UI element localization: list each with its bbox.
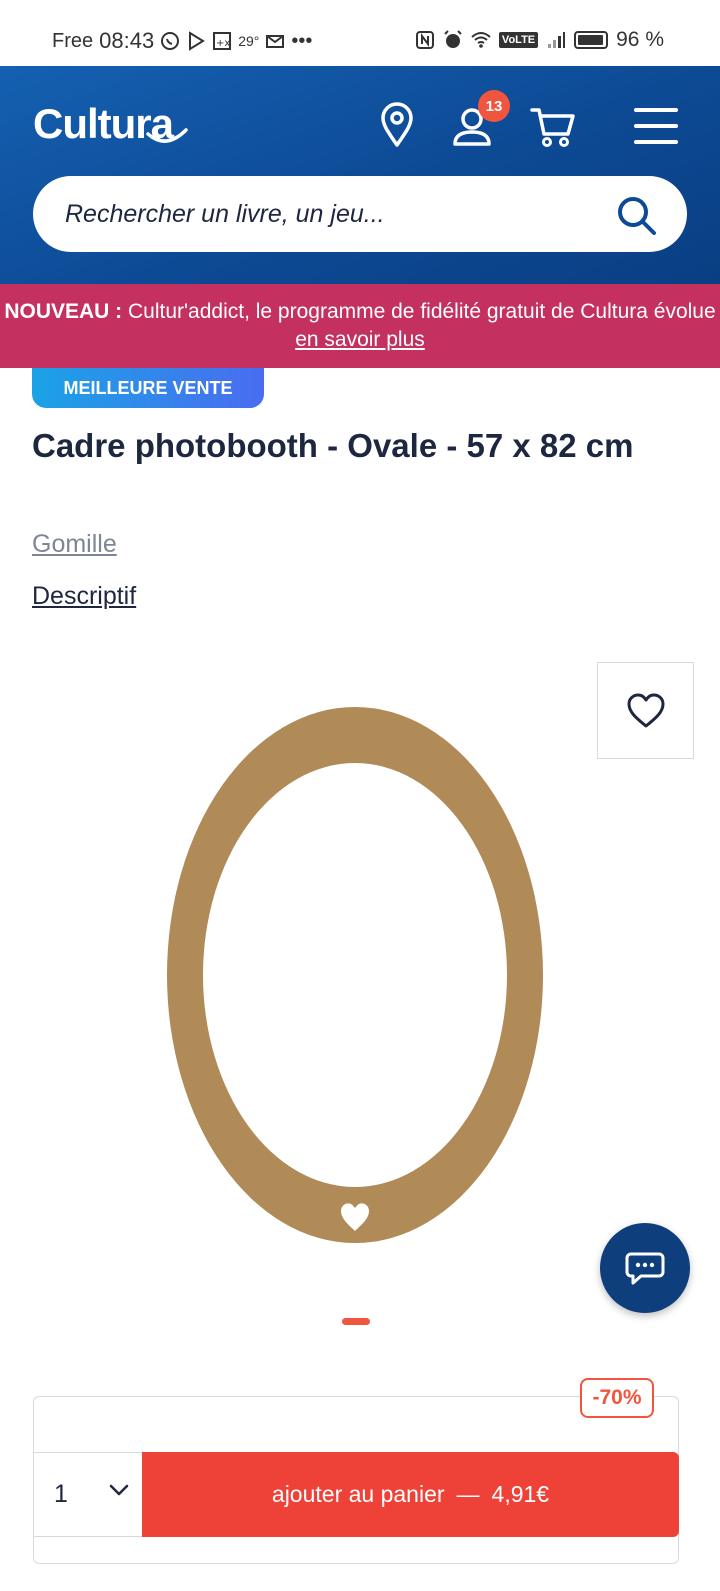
health-icon: +x: [213, 32, 232, 50]
battery-icon: [574, 31, 609, 49]
add-to-cart-button[interactable]: ajouter au panier — 4,91€: [142, 1452, 679, 1537]
temperature: 29°: [238, 33, 260, 49]
status-bar: Free 08:43 +x 29° ••• VoLTE 96 %: [0, 0, 720, 66]
promo-learn-more-link[interactable]: en savoir plus: [295, 328, 425, 351]
chat-icon: [625, 1252, 665, 1285]
whatsapp-icon: [161, 32, 180, 50]
loyalty-promo-banner: NOUVEAU : Cultur'addict, le programme de…: [0, 284, 720, 368]
cart-icon[interactable]: [530, 106, 576, 148]
search-input[interactable]: [65, 176, 605, 252]
site-header: Cultura 13: [0, 66, 720, 284]
clock: 08:43: [99, 28, 155, 53]
store-locator-icon[interactable]: [380, 102, 414, 148]
quantity-value: 1: [54, 1480, 68, 1508]
promo-prefix: NOUVEAU :: [4, 300, 123, 323]
carrier-label: Free: [52, 29, 94, 52]
best-seller-badge: MEILLEURE VENTE: [32, 368, 264, 408]
product-image[interactable]: [165, 705, 545, 1245]
mail-icon: [266, 35, 285, 48]
add-to-cart-label: ajouter au panier: [271, 1481, 445, 1507]
price: 4,91€: [491, 1481, 550, 1507]
heart-icon: [627, 693, 664, 727]
chevron-down-icon: [109, 1484, 129, 1496]
menu-icon[interactable]: [634, 106, 678, 146]
description-link[interactable]: Descriptif: [32, 582, 136, 611]
volte-badge: VoLTE: [498, 32, 539, 48]
alarm-icon: [444, 30, 462, 48]
search-icon[interactable]: [615, 194, 657, 236]
brand-link[interactable]: Gomille: [32, 530, 117, 559]
battery-level: 96 %: [616, 28, 664, 51]
notification-badge[interactable]: 13: [478, 90, 510, 122]
quantity-select[interactable]: 1: [33, 1452, 143, 1537]
status-right: VoLTE 96 %: [415, 28, 664, 52]
product-title: Cadre photobooth - Ovale - 57 x 82 cm: [32, 427, 634, 464]
chat-button[interactable]: [600, 1223, 690, 1313]
promo-text: Cultur'addict, le programme de fidélité …: [122, 300, 716, 323]
signal-icon: [548, 32, 566, 48]
carousel-indicator-active[interactable]: [342, 1318, 370, 1325]
add-to-wishlist-button[interactable]: [597, 662, 694, 759]
price-separator: —: [456, 1481, 480, 1507]
more-notifications-icon: •••: [291, 29, 313, 52]
nfc-icon: [415, 31, 434, 49]
play-store-icon: [189, 31, 206, 51]
search-bar: [33, 176, 687, 252]
svg-text:+x: +x: [216, 38, 230, 49]
status-left: Free 08:43 +x 29° •••: [52, 28, 312, 54]
wifi-icon: [471, 32, 491, 48]
logo-swoosh-icon: [146, 128, 188, 143]
discount-badge: -70%: [580, 1378, 654, 1418]
